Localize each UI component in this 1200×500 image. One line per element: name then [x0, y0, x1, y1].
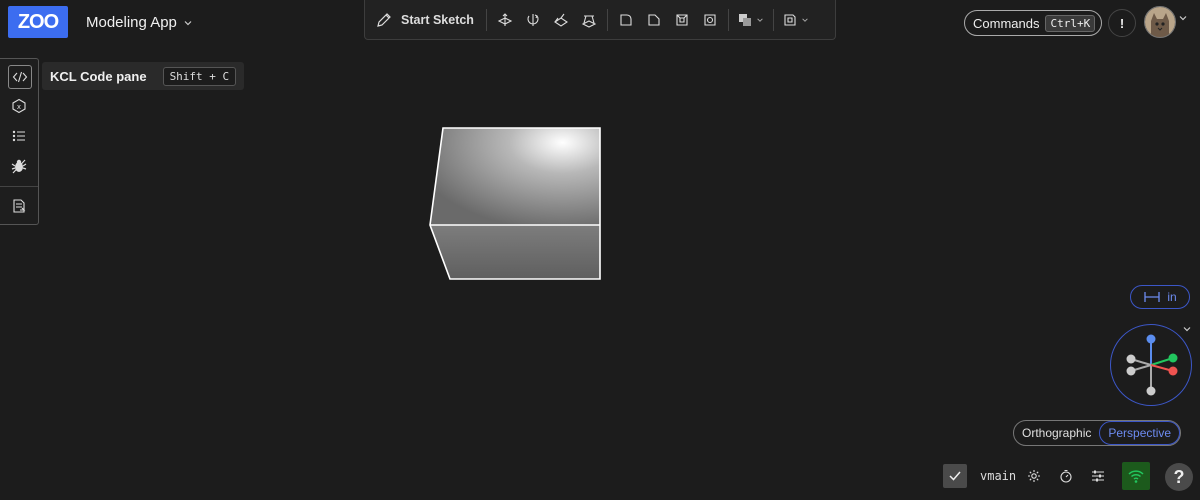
- plane-dropdown[interactable]: [778, 6, 814, 34]
- axis-gizmo[interactable]: [1110, 324, 1192, 406]
- sweep-icon: [553, 13, 568, 27]
- sidebar-divider: [0, 186, 38, 187]
- toolbar-divider: [727, 8, 729, 31]
- stopwatch-icon: [1060, 469, 1072, 483]
- timer-button[interactable]: [1056, 466, 1076, 486]
- hole-button[interactable]: [696, 6, 724, 34]
- cube-body[interactable]: [429, 127, 601, 280]
- svg-text:x: x: [17, 103, 21, 111]
- chevron-down-icon: [757, 17, 763, 22]
- cube-front-face[interactable]: [430, 225, 600, 279]
- bug-icon: [11, 159, 27, 174]
- zoo-logo[interactable]: ZOO: [8, 6, 68, 38]
- fillet-button[interactable]: [612, 6, 640, 34]
- version-label: vmain: [980, 469, 1017, 483]
- logo-text: ZOO: [17, 10, 59, 33]
- start-sketch-label: Start Sketch: [401, 12, 474, 27]
- file-export-icon: [13, 199, 26, 213]
- commands-button[interactable]: Commands Ctrl+K: [964, 10, 1103, 36]
- loft-button[interactable]: [575, 6, 603, 34]
- sidebar-item-kcl-code[interactable]: [8, 65, 32, 89]
- hole-icon: [704, 13, 716, 26]
- union-icon: [738, 13, 751, 26]
- units-label: in: [1167, 290, 1177, 304]
- chevron-down-icon[interactable]: [1178, 13, 1188, 23]
- orthographic-option[interactable]: Orthographic: [1014, 426, 1099, 440]
- toolbar-divider: [772, 8, 774, 31]
- sidebar-item-variables[interactable]: [8, 125, 30, 147]
- kcl-code-tooltip: KCL Code pane Shift + C: [42, 62, 245, 90]
- commands-shortcut: Ctrl+K: [1045, 14, 1096, 32]
- help-icon: ?: [1173, 466, 1185, 487]
- status-check-button[interactable]: [943, 464, 967, 488]
- help-button[interactable]: ?: [1165, 463, 1193, 491]
- code-icon: [12, 71, 28, 83]
- left-sidebar: x: [0, 58, 39, 225]
- sliders-icon: [1092, 470, 1104, 482]
- user-avatar-icon: [1145, 7, 1175, 37]
- revolve-button[interactable]: [519, 6, 547, 34]
- sidebar-item-feature-tree[interactable]: x: [8, 95, 30, 117]
- modeling-toolbar: Start Sketch: [364, 0, 836, 40]
- start-sketch-button[interactable]: Start Sketch: [365, 6, 482, 34]
- projection-toggle: Orthographic Perspective: [1013, 420, 1182, 446]
- fillet-icon: [620, 13, 632, 26]
- network-status-button[interactable]: [1122, 462, 1150, 490]
- tooltip-label: KCL Code pane: [50, 68, 147, 84]
- notifications-button[interactable]: !: [1108, 9, 1136, 37]
- shell-icon: [676, 13, 688, 26]
- plane-icon: [784, 13, 796, 26]
- app-menu-button[interactable]: Modeling App: [86, 14, 193, 31]
- toolbar-divider: [606, 8, 608, 31]
- toolbar-divider: [485, 8, 487, 31]
- revolve-icon: [527, 13, 539, 26]
- chevron-down-icon: [184, 20, 192, 25]
- hexagon-icon: x: [12, 98, 26, 114]
- loft-icon: [581, 14, 597, 28]
- wifi-icon: [1128, 470, 1144, 483]
- sidebar-item-debug[interactable]: [8, 155, 30, 177]
- boolean-dropdown[interactable]: [733, 6, 769, 34]
- settings-button[interactable]: [1024, 466, 1044, 486]
- sweep-button[interactable]: [547, 6, 575, 34]
- extrude-icon: [497, 12, 513, 26]
- avatar[interactable]: [1144, 6, 1176, 38]
- chamfer-icon: [648, 13, 660, 26]
- list-icon: [12, 130, 25, 142]
- gear-icon: [1028, 470, 1040, 482]
- app-name-label: Modeling App: [86, 14, 177, 31]
- tooltip-shortcut: Shift + C: [162, 66, 237, 86]
- chevron-down-icon: [802, 17, 808, 22]
- ruler-icon: [1144, 292, 1160, 302]
- perspective-option[interactable]: Perspective: [1099, 421, 1181, 445]
- pencil-icon: [377, 12, 391, 27]
- check-icon: [949, 471, 961, 481]
- alert-icon: !: [1119, 15, 1125, 31]
- sidebar-item-export[interactable]: [8, 195, 30, 217]
- adjustments-button[interactable]: [1088, 466, 1108, 486]
- shell-button[interactable]: [668, 6, 696, 34]
- axis-gizmo-icon: [1126, 334, 1178, 396]
- commands-label: Commands: [973, 15, 1040, 31]
- chamfer-button[interactable]: [640, 6, 668, 34]
- cube-top-face[interactable]: [430, 128, 600, 225]
- units-button[interactable]: in: [1130, 285, 1190, 309]
- extrude-button[interactable]: [491, 6, 519, 34]
